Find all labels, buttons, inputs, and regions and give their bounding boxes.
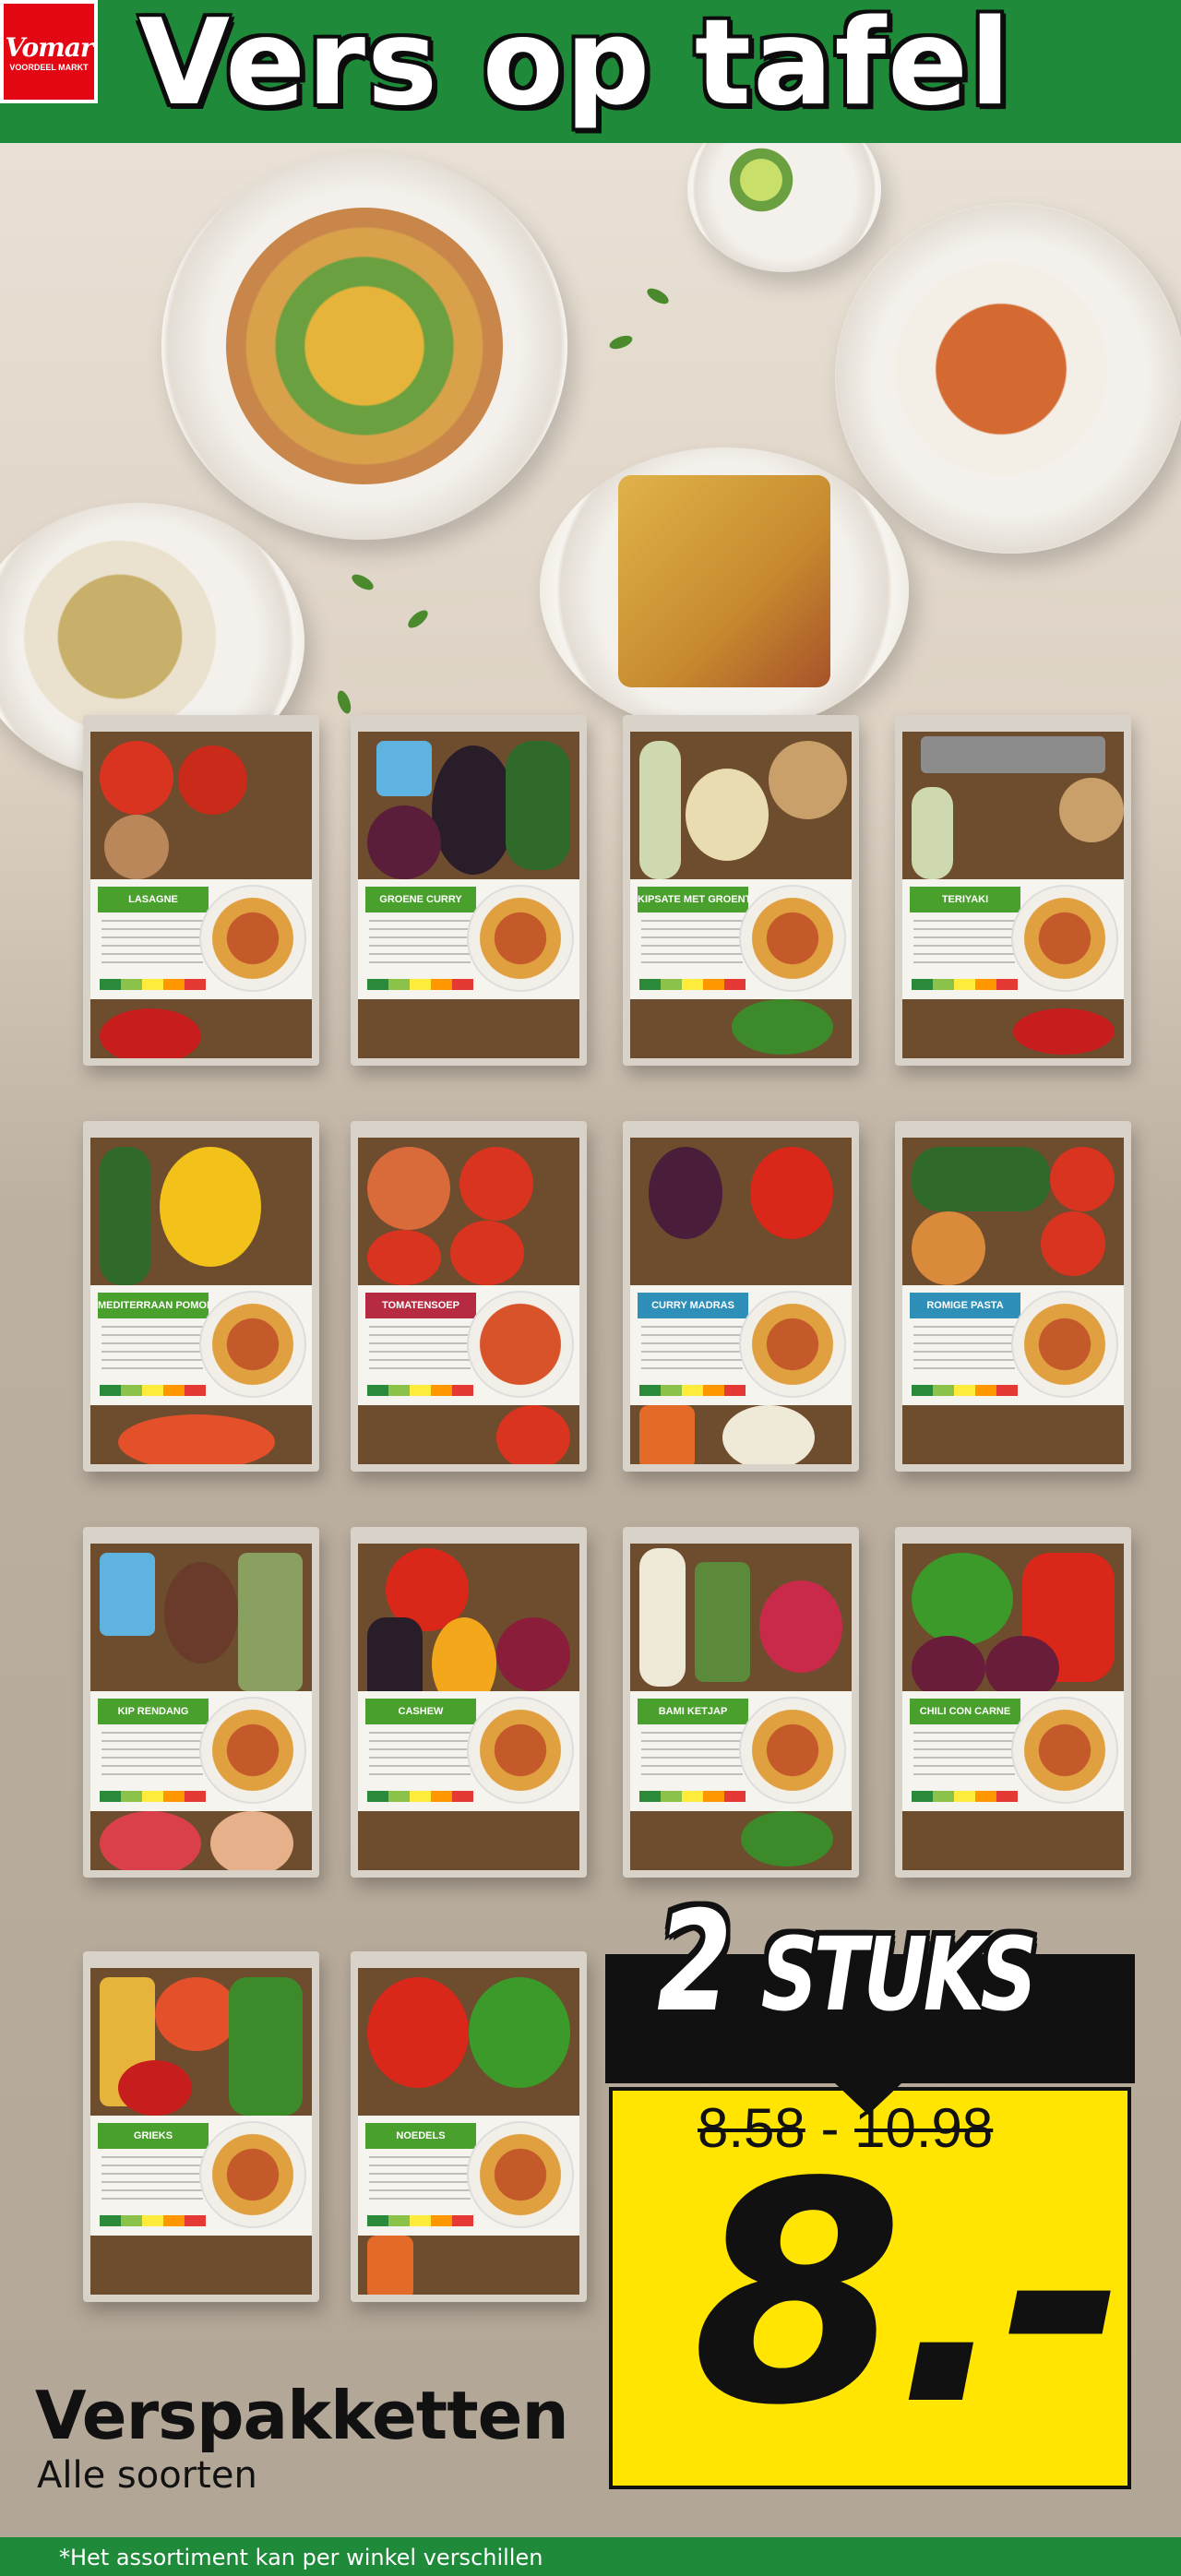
product-subtitle: Alle soorten: [37, 2454, 257, 2497]
package-box: BAMI KETJAP: [623, 1527, 859, 1878]
logo-wordmark: Vomar: [5, 31, 93, 63]
assortment-footnote: *Het assortiment kan per winkel verschil…: [59, 2545, 543, 2570]
package-box: NOEDELS: [351, 1951, 587, 2302]
vomar-logo: Vomar VOORDEEL MARKT: [0, 0, 98, 103]
package-label: CURRY MADRAS: [638, 1293, 748, 1318]
package-box: TOMATENSOEP: [351, 1121, 587, 1472]
plate-lasagne: [540, 447, 909, 733]
package-box: KIPSATE MET GROENTEN: [623, 715, 859, 1066]
header-banner: Vomar VOORDEEL MARKT Vers op tafel: [0, 0, 1181, 143]
package-label: CHILI CON CARNE: [910, 1699, 1020, 1724]
package-label: KIPSATE MET GROENTEN: [638, 887, 748, 912]
headline: Vers op tafel: [138, 0, 1012, 132]
package-label: ROMIGE PASTA: [910, 1293, 1020, 1318]
package-box: ROMIGE PASTA: [895, 1121, 1131, 1472]
package-box: CASHEW: [351, 1527, 587, 1878]
plate-lime: [687, 143, 881, 272]
package-label: TERIYAKI: [910, 887, 1020, 912]
package-box: LASAGNE: [83, 715, 319, 1066]
package-box: KIP RENDANG: [83, 1527, 319, 1878]
package-label: CASHEW: [365, 1699, 476, 1724]
quantity-number: 2: [657, 1882, 732, 2043]
package-box: MEDITERRAAN POMODORI: [83, 1121, 319, 1472]
package-box: CHILI CON CARNE: [895, 1527, 1131, 1878]
package-label: KIP RENDANG: [98, 1699, 209, 1724]
offer-price: 8.-: [692, 2117, 1127, 2472]
package-label: GROENE CURRY: [365, 887, 476, 912]
footer-bar: *Het assortiment kan per winkel verschil…: [0, 2537, 1181, 2576]
package-box: GRIEKS: [83, 1951, 319, 2302]
package-label: TOMATENSOEP: [365, 1293, 476, 1318]
logo-subtext: VOORDEEL MARKT: [9, 62, 89, 72]
package-box: CURRY MADRAS: [623, 1121, 859, 1472]
plate-curry-rice: [835, 203, 1181, 554]
package-box: GROENE CURRY: [351, 715, 587, 1066]
package-box: TERIYAKI: [895, 715, 1131, 1066]
plate-noodles: [161, 152, 567, 540]
package-label: LASAGNE: [98, 887, 209, 912]
package-label: GRIEKS: [98, 2123, 209, 2149]
quantity-unit: STUKS: [760, 1915, 1038, 2033]
package-label: BAMI KETJAP: [638, 1699, 748, 1724]
quantity-label: 2 STUKS: [657, 1882, 1038, 2043]
package-label: NOEDELS: [365, 2123, 476, 2149]
product-name: Verspakketten: [35, 2377, 569, 2454]
package-label: MEDITERRAAN POMODORI: [98, 1293, 209, 1318]
